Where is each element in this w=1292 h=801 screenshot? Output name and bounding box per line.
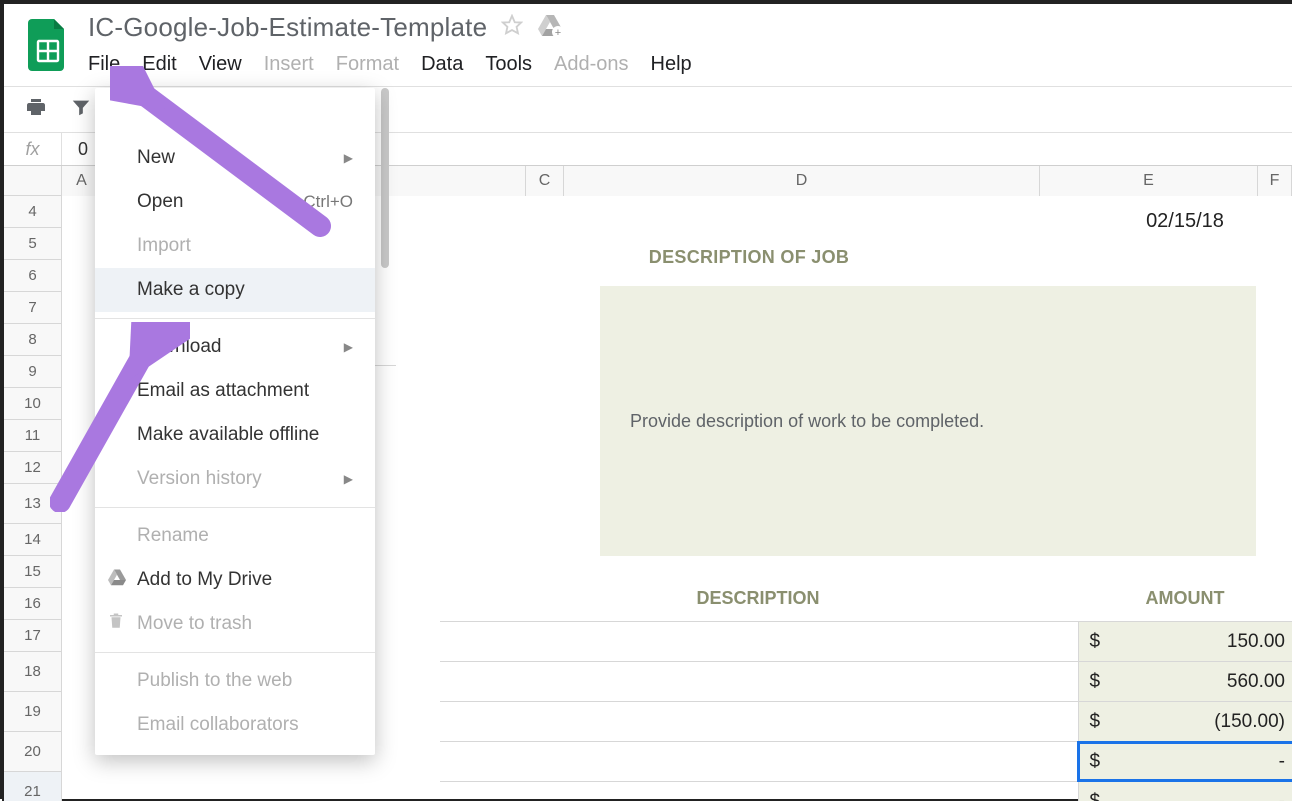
table-row[interactable]: $150.00 [440, 621, 1292, 661]
col-F[interactable]: F [1258, 166, 1292, 196]
submenu-arrow-icon: ▶ [344, 151, 353, 165]
row-16[interactable]: 16 [4, 588, 61, 620]
row-14[interactable]: 14 [4, 524, 61, 556]
svg-text:+: + [555, 27, 561, 37]
annotation-arrow-file [110, 66, 340, 256]
menu-item-publish-web[interactable]: Publish to the web [95, 659, 375, 703]
annotation-arrow-make-copy [50, 322, 190, 512]
drive-add-icon[interactable]: + [537, 13, 563, 42]
col-amount: AMOUNT [1076, 588, 1292, 609]
row-19[interactable]: 19 [4, 692, 61, 732]
job-description-label: DESCRIPTION OF JOB [402, 241, 1096, 280]
table-row[interactable]: $560.00 [440, 661, 1292, 701]
table-row[interactable]: $- [440, 781, 1292, 801]
menu-item-email-collaborators[interactable]: Email collaborators [95, 703, 375, 747]
row-6[interactable]: 6 [4, 260, 61, 292]
submenu-arrow-icon: ▶ [344, 340, 353, 354]
menu-item-add-to-drive[interactable]: Add to My Drive [95, 558, 375, 602]
row-18[interactable]: 18 [4, 652, 61, 692]
row-21[interactable]: 21 [4, 772, 61, 801]
menu-item-make-copy[interactable]: Make a copy [95, 268, 375, 312]
menu-item-rename[interactable]: Rename [95, 514, 375, 558]
menu-divider [95, 652, 375, 653]
menu-addons[interactable]: Add-ons [554, 53, 629, 76]
print-icon[interactable] [24, 95, 48, 124]
menu-help[interactable]: Help [651, 53, 692, 76]
col-description: DESCRIPTION [440, 588, 1076, 609]
menu-format[interactable]: Format [336, 53, 399, 76]
table-header: DESCRIPTION AMOUNT [440, 578, 1292, 621]
col-C[interactable]: C [526, 166, 564, 196]
submenu-arrow-icon: ▶ [344, 472, 353, 486]
dropdown-scrollbar[interactable] [378, 88, 392, 800]
trash-icon [107, 611, 125, 637]
col-E[interactable]: E [1040, 166, 1258, 196]
select-all-corner[interactable] [4, 166, 62, 196]
star-icon[interactable] [501, 14, 523, 41]
row-4[interactable]: 4 [4, 196, 61, 228]
scrollbar-thumb[interactable] [381, 88, 389, 268]
job-description-box[interactable]: Provide description of work to be comple… [600, 286, 1256, 556]
job-description-placeholder: Provide description of work to be comple… [630, 411, 984, 432]
col-D[interactable]: D [564, 166, 1040, 196]
table-body: $150.00 $560.00 $(150.00) $- [440, 621, 1292, 801]
row-20[interactable]: 20 [4, 732, 61, 772]
row-7[interactable]: 7 [4, 292, 61, 324]
fx-label: fx [4, 133, 62, 165]
formula-value[interactable]: 0 [62, 139, 88, 160]
menu-divider [95, 318, 375, 319]
date-cell[interactable]: 02/15/18 [1076, 196, 1292, 241]
row-5[interactable]: 5 [4, 228, 61, 260]
row-17[interactable]: 17 [4, 620, 61, 652]
table-row-selected[interactable]: $- [440, 741, 1292, 781]
row-15[interactable]: 15 [4, 556, 61, 588]
table-row[interactable]: $(150.00) [440, 701, 1292, 741]
sheets-logo [26, 18, 70, 72]
menu-data[interactable]: Data [421, 53, 463, 76]
menu-tools[interactable]: Tools [485, 53, 532, 76]
menu-item-move-to-trash[interactable]: Move to trash [95, 602, 375, 646]
drive-icon [107, 568, 127, 592]
document-title[interactable]: IC-Google-Job-Estimate-Template [88, 12, 487, 43]
filter-icon[interactable] [70, 96, 92, 123]
